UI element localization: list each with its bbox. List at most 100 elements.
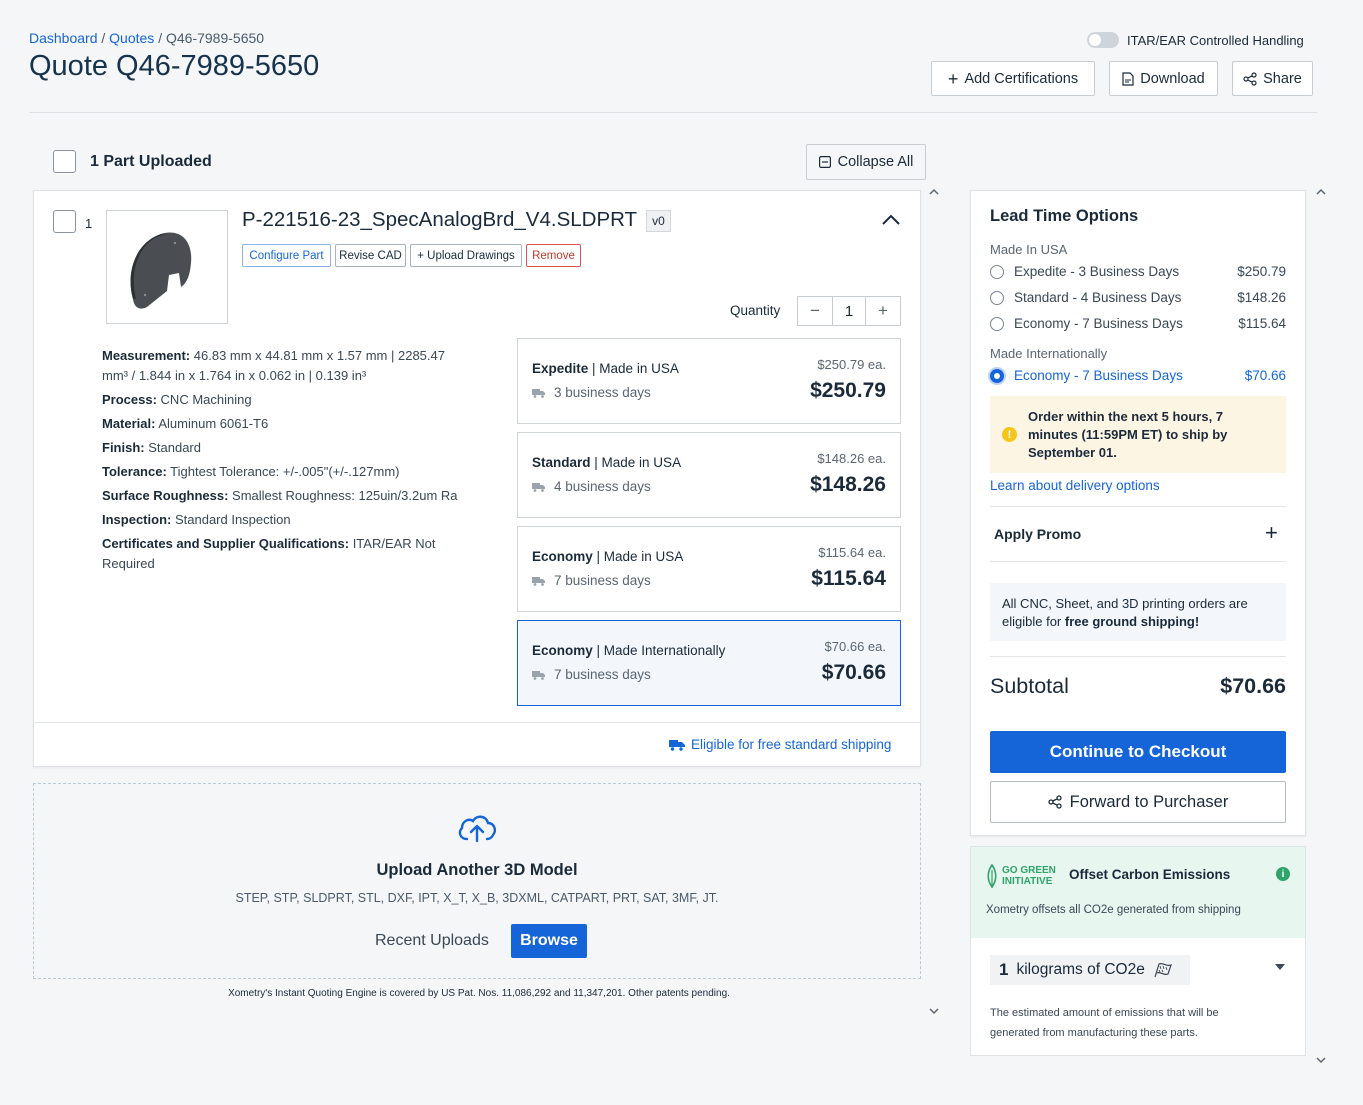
option-origin: Made in USA	[603, 549, 684, 564]
pricing-option-standard-usa[interactable]: Standard | Made in USA 4 business days $…	[517, 432, 901, 518]
option-days: 7 business days	[532, 667, 651, 682]
forward-to-purchaser-button[interactable]: Forward to Purchaser	[990, 781, 1286, 823]
breadcrumb-dashboard[interactable]: Dashboard	[29, 30, 98, 46]
info-icon[interactable]: i	[1276, 867, 1290, 881]
option-days-text: 7 business days	[554, 573, 651, 588]
quantity-decrement-button[interactable]: −	[798, 297, 832, 325]
option-tier: Expedite	[532, 361, 589, 376]
option-unit-price: $148.26 ea.	[817, 451, 886, 466]
upload-title: Upload Another 3D Model	[376, 861, 578, 879]
option-price: $148.26	[810, 473, 886, 496]
option-tier: Economy	[532, 643, 593, 658]
spec-label: Tolerance:	[102, 464, 167, 479]
add-certifications-label: Add Certifications	[964, 70, 1079, 87]
option-days: 3 business days	[532, 385, 651, 400]
option-price: $250.79	[810, 379, 886, 402]
plus-icon[interactable]: +	[1265, 522, 1278, 544]
download-button[interactable]: Download	[1109, 61, 1218, 96]
spec-label: Certificates and Supplier Qualifications…	[102, 536, 350, 551]
select-all-checkbox[interactable]	[53, 150, 76, 173]
part-thumbnail[interactable]	[106, 210, 228, 324]
radio-button[interactable]	[990, 316, 1004, 331]
part-checkbox[interactable]	[53, 210, 76, 233]
itar-label: ITAR/EAR Controlled Handling	[1127, 32, 1304, 48]
browse-button[interactable]: Browse	[511, 924, 587, 958]
lead-time-price: $148.26	[1237, 290, 1286, 305]
pricing-option-economy-intl[interactable]: Economy | Made Internationally 7 busines…	[517, 620, 901, 706]
option-origin: Made Internationally	[603, 643, 726, 658]
go-green-line1: GO GREEN	[1002, 865, 1056, 876]
co2-amount-box: 1 kilograms of CO2e	[990, 955, 1190, 985]
plus-icon: +	[947, 68, 959, 89]
upload-file-types: STEP, STP, SLDPRT, STL, DXF, IPT, X_T, X…	[235, 891, 719, 905]
truck-icon	[532, 670, 545, 680]
page-title: Quote Q46-7989-5650	[29, 50, 320, 82]
lead-time-option[interactable]: Economy - 7 Business Days $115.64	[990, 316, 1286, 331]
quantity-increment-button[interactable]: +	[866, 297, 900, 325]
remove-part-button[interactable]: Remove	[526, 244, 581, 267]
scroll-down-icon[interactable]	[929, 1007, 939, 1015]
lead-time-price: $115.64	[1238, 316, 1286, 331]
itar-toggle-row: ITAR/EAR Controlled Handling	[1087, 32, 1304, 48]
option-days-text: 3 business days	[554, 385, 651, 400]
leaf-icon	[987, 864, 997, 888]
breadcrumb-quotes[interactable]: Quotes	[109, 30, 154, 46]
header-divider	[29, 112, 1317, 113]
parts-header: 1 Part Uploaded	[53, 150, 212, 173]
pricing-option-economy-usa[interactable]: Economy | Made in USA 7 business days $1…	[517, 526, 901, 612]
free-shipping-link[interactable]: Eligible for free standard shipping	[669, 737, 891, 752]
radio-button-selected[interactable]	[990, 368, 1004, 383]
collapse-all-button[interactable]: Collapse All	[806, 144, 926, 180]
free-shipping-text: Eligible for free standard shipping	[691, 737, 892, 752]
download-label: Download	[1140, 70, 1205, 87]
go-green-logo: GO GREEN INITIATIVE	[986, 864, 1056, 888]
learn-delivery-link[interactable]: Learn about delivery options	[990, 478, 1160, 493]
lead-time-option[interactable]: Standard - 4 Business Days $148.26	[990, 290, 1286, 305]
apply-promo-label[interactable]: Apply Promo	[994, 526, 1081, 542]
continue-to-checkout-button[interactable]: Continue to Checkout	[990, 731, 1286, 773]
recent-uploads-link[interactable]: Recent Uploads	[375, 932, 489, 950]
share-icon	[1243, 71, 1257, 86]
lead-time-option[interactable]: Expedite - 3 Business Days $250.79	[990, 264, 1286, 279]
scroll-up-icon[interactable]	[929, 188, 939, 196]
lead-time-price: $70.66	[1244, 368, 1286, 383]
warning-icon: !	[1002, 427, 1017, 442]
divider	[990, 506, 1286, 507]
spec-label: Material:	[102, 416, 156, 431]
card-divider	[33, 722, 921, 723]
go-green-line2: INITIATIVE	[1002, 876, 1053, 887]
add-certifications-button[interactable]: + Add Certifications	[931, 61, 1095, 96]
spec-label: Measurement:	[102, 348, 191, 363]
breadcrumb: Dashboard / Quotes / Q46-7989-5650	[29, 30, 264, 46]
spec-label: Finish:	[102, 440, 145, 455]
spec-row: Surface Roughness: Smallest Roughness: 1…	[102, 486, 472, 506]
co2-unit: kilograms of CO2e	[1016, 961, 1145, 978]
spec-label: Process:	[102, 392, 157, 407]
quantity-input[interactable]: 1	[832, 297, 866, 325]
option-unit-price: $250.79 ea.	[817, 357, 886, 372]
share-icon	[1048, 795, 1062, 809]
truck-icon	[532, 388, 545, 398]
scroll-up-icon[interactable]	[1316, 188, 1326, 196]
made-in-usa-label: Made In USA	[990, 242, 1068, 257]
spec-row: Inspection: Standard Inspection	[102, 510, 472, 530]
chevron-down-icon[interactable]	[1275, 964, 1285, 970]
itar-toggle[interactable]	[1087, 32, 1119, 48]
share-button[interactable]: Share	[1232, 61, 1313, 96]
chevron-up-icon[interactable]	[880, 210, 902, 230]
scroll-down-icon[interactable]	[1316, 1056, 1326, 1064]
pricing-option-expedite-usa[interactable]: Expedite | Made in USA 3 business days $…	[517, 338, 901, 424]
option-title: Economy | Made in USA	[532, 549, 684, 564]
co2-amount: 1	[999, 960, 1009, 979]
radio-button[interactable]	[990, 290, 1004, 305]
configure-part-button[interactable]: Configure Part	[242, 244, 331, 267]
lead-time-option-selected[interactable]: Economy - 7 Business Days $70.66	[990, 368, 1286, 383]
radio-button[interactable]	[990, 264, 1004, 279]
revise-cad-button[interactable]: Revise CAD	[335, 244, 406, 267]
option-price: $70.66	[821, 661, 886, 684]
option-title: Standard | Made in USA	[532, 455, 682, 470]
upload-drawings-button[interactable]: + Upload Drawings	[410, 244, 522, 267]
lead-time-price: $250.79	[1237, 264, 1286, 279]
truck-icon	[532, 482, 545, 492]
spec-row: Tolerance: Tightest Tolerance: +/-.005"(…	[102, 462, 472, 482]
